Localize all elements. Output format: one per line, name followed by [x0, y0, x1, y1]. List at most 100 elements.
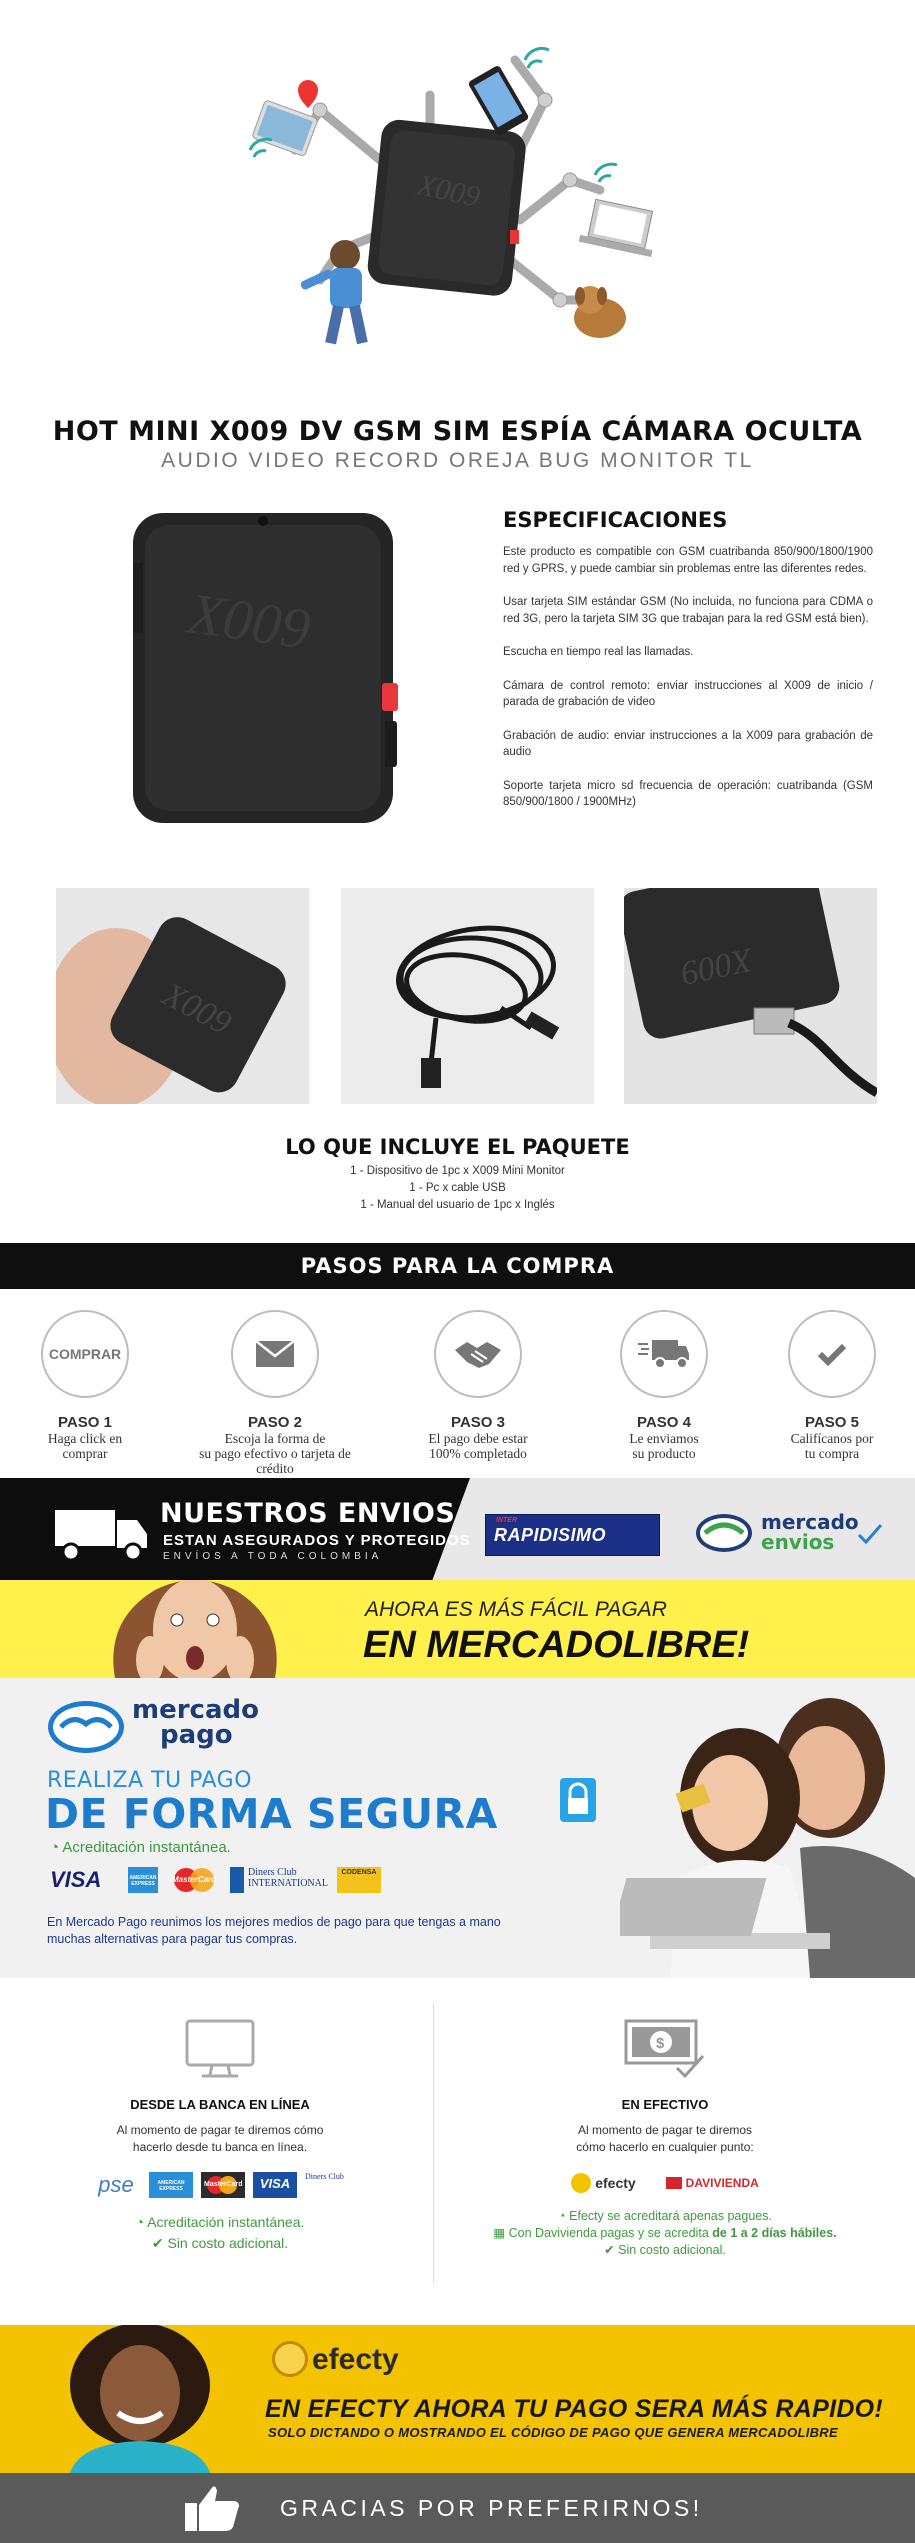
- calendar-icon: ▦: [493, 2226, 509, 2240]
- step-desc: Califícanos por: [790, 1431, 874, 1446]
- bank-note: ◔ Acreditación instantánea.: [135, 2214, 305, 2230]
- step-desc: Le enviamos: [629, 1431, 699, 1446]
- handshake-icon: [434, 1310, 522, 1398]
- step-number: PASO 2: [248, 1414, 302, 1431]
- amex-logo: AMERICAN EXPRESS: [128, 1867, 158, 1893]
- payment-methods-section: DESDE LA BANCA EN LÍNEA Al momento de pa…: [0, 1978, 915, 2308]
- product-subtitle: AUDIO VIDEO RECORD OREJA BUG MONITOR TL: [161, 449, 754, 472]
- step-desc: Escoja la forma de: [224, 1431, 326, 1446]
- thanks-text: GRACIAS POR PREFERIRNOS!: [280, 2495, 703, 2521]
- truck-icon: [55, 1510, 147, 1562]
- product-photos: X009 X009: [0, 888, 915, 1106]
- hero-illustration: X009: [248, 47, 654, 345]
- lock-icon: [560, 1778, 596, 1822]
- package-heading: LO QUE INCLUYE EL PAQUETE: [285, 1135, 630, 1159]
- bank-logos: pse AMERICAN EXPRESS MasterCard VISA Din…: [55, 2170, 385, 2200]
- mercadolibre-banner: AHORA ES MÁS FÁCIL PAGAR EN MERCADOLIBRE…: [0, 1580, 915, 1678]
- mp-headline-2: DE FORMA SEGURA: [45, 1790, 498, 1838]
- ml-banner-line1: AHORA ES MÁS FÁCIL PAGAR: [365, 1598, 667, 1621]
- diners-logo: Diners Club: [305, 2172, 344, 2181]
- checkmark-icon: ✔: [604, 2243, 619, 2257]
- mp-accreditation: ◔ Acreditación instantánea.: [50, 1839, 231, 1856]
- clock-icon: ◔: [558, 2209, 570, 2223]
- cash-column: $ EN EFECTIVO Al momento de pagar te dir…: [475, 1978, 855, 2259]
- efecty-line1: EN EFECTY AHORA TU PAGO SERA MÁS RAPIDO!: [265, 2395, 884, 2423]
- monitor-icon: [185, 2019, 255, 2078]
- shipping-subtitle: ESTAN ASEGURADOS Y PROTEGIDOS: [163, 1532, 471, 1549]
- mercado-envios-logo: mercado envios: [695, 1508, 885, 1558]
- clock-icon: ◔: [50, 1839, 63, 1856]
- specs-heading: ESPECIFICACIONES: [503, 508, 728, 532]
- couple-with-laptop-photo: [620, 1698, 915, 1978]
- spec-paragraph: Cámara de control remoto: enviar instruc…: [503, 679, 873, 709]
- package-list: 1 - Dispositivo de 1pc x X009 Mini Monit…: [0, 1163, 915, 1214]
- step-number: PASO 3: [451, 1414, 505, 1431]
- cash-text: Al momento de pagar te diremos: [577, 2123, 753, 2137]
- spec-paragraph: Este producto es compatible con GSM cuat…: [503, 546, 873, 575]
- cash-logos: efecty DAVIVIENDA: [475, 2170, 855, 2196]
- steps-header: PASOS PARA LA COMPRA: [0, 1243, 915, 1289]
- photo-device-in-hand: X009: [56, 888, 309, 1104]
- mercadopago-logo-text: mercado pago: [132, 1695, 259, 1750]
- mastercard-logo: MasterCard: [201, 2172, 245, 2198]
- cash-text: cómo hacerlo en cualquier punto:: [576, 2140, 754, 2154]
- steps-heading: PASOS PARA LA COMPRA: [300, 1254, 615, 1278]
- spec-paragraph: Usar tarjeta SIM estándar GSM (No inclui…: [503, 596, 873, 625]
- specs-section: X009 ESPECIFICACIONES Este producto es c…: [0, 495, 915, 865]
- cash-note: ◔ Efecty se acreditará apenas pagues.: [558, 2209, 772, 2223]
- cash-note: ▦ Con Davivienda pagas y se acredita de …: [493, 2226, 837, 2240]
- photo-usb-cable: [341, 888, 594, 1104]
- map-pin-icon: [298, 80, 318, 108]
- bank-note: ✔ Sin costo adicional.: [151, 2235, 289, 2251]
- cash-bill-icon: $: [624, 2019, 705, 2079]
- comprar-text-icon: COMPRAR: [41, 1310, 129, 1398]
- efecty-banner: efecty EN EFECTY AHORA TU PAGO SERA MÁS …: [0, 2325, 915, 2473]
- thanks-footer: GRACIAS POR PREFERIRNOS!: [0, 2473, 915, 2543]
- shipping-banner: NUESTROS ENVIOS ESTAN ASEGURADOS Y PROTE…: [0, 1478, 915, 1580]
- spec-paragraph: Soporte tarjeta micro sd frecuencia de o…: [503, 779, 873, 809]
- envelope-icon: [231, 1310, 319, 1398]
- boy-figure: [300, 240, 368, 345]
- product-title: HOT MINI X009 DV GSM SIM ESPÍA CÁMARA OC…: [52, 416, 863, 447]
- mp-paragraph: En Mercado Pago reunimos los mejores med…: [47, 1915, 501, 1946]
- step-2: PASO 2 Escoja la forma de su pago efecti…: [190, 1310, 360, 1476]
- thumbs-up-icon: [185, 2486, 239, 2531]
- shipping-tagline: ENVÍOS A TODA COLOMBIA: [163, 1551, 383, 1562]
- checkmark-icon: [857, 1524, 883, 1545]
- dog-figure: [574, 286, 626, 338]
- pse-logo: pse: [98, 2172, 134, 2197]
- cash-note: ✔ Sin costo adicional.: [604, 2243, 726, 2257]
- cash-heading: EN EFECTIVO: [621, 2097, 709, 2112]
- davivienda-logo: DAVIVIENDA: [665, 2176, 759, 2190]
- efecty-logo: efecty: [571, 2173, 636, 2193]
- shipping-title: NUESTROS ENVIOS: [160, 1498, 456, 1529]
- step-desc: su producto: [632, 1446, 696, 1461]
- steps-section: COMPRAR PASO 1 Haga click en comprar PAS…: [0, 1290, 915, 1478]
- step-desc: El pago debe estar: [428, 1431, 528, 1446]
- mercadopago-section: mercado pago REALIZA TU PAGO DE FORMA SE…: [0, 1678, 915, 1978]
- bank-text: Al momento de pagar te diremos cómo: [116, 2123, 324, 2137]
- package-section: LO QUE INCLUYE EL PAQUETE 1 - Dispositiv…: [0, 1135, 915, 1235]
- ml-banner-line2: EN MERCADOLIBRE!: [363, 1624, 750, 1666]
- visa-logo: VISA: [253, 2172, 297, 2198]
- clock-icon: ◔: [135, 2214, 148, 2230]
- package-item: 1 - Dispositivo de 1pc x X009 Mini Monit…: [350, 1165, 565, 1177]
- spec-paragraph: Escucha en tiempo real las llamadas.: [503, 646, 694, 658]
- bank-heading: DESDE LA BANCA EN LÍNEA: [130, 2097, 310, 2112]
- codensa-logo: CODENSA: [337, 1867, 381, 1893]
- specs-text: ESPECIFICACIONES Este producto es compat…: [503, 508, 873, 828]
- bank-text: hacerlo desde tu banca en línea.: [132, 2140, 308, 2154]
- surprised-woman-photo: [113, 1580, 277, 1678]
- svg-text:$: $: [656, 2035, 665, 2052]
- smiling-woman-photo: [70, 2325, 210, 2473]
- photo-device-with-cable: X009: [624, 888, 877, 1104]
- hero-banner: X009: [0, 0, 915, 410]
- step-number: PASO 1: [58, 1414, 112, 1431]
- package-item: 1 - Manual del usuario de 1pc x Inglés: [360, 1199, 555, 1211]
- step-desc: tu compra: [804, 1446, 860, 1461]
- inter-rapidisimo-logo: INTER RAPIDISIMO: [485, 1514, 660, 1556]
- device-photo: X009: [133, 513, 398, 823]
- checkmark-icon: ✔: [151, 2235, 168, 2251]
- column-divider: [433, 2003, 434, 2283]
- efecty-line2: SOLO DICTANDO O MOSTRANDO EL CÓDIGO DE P…: [268, 2425, 838, 2440]
